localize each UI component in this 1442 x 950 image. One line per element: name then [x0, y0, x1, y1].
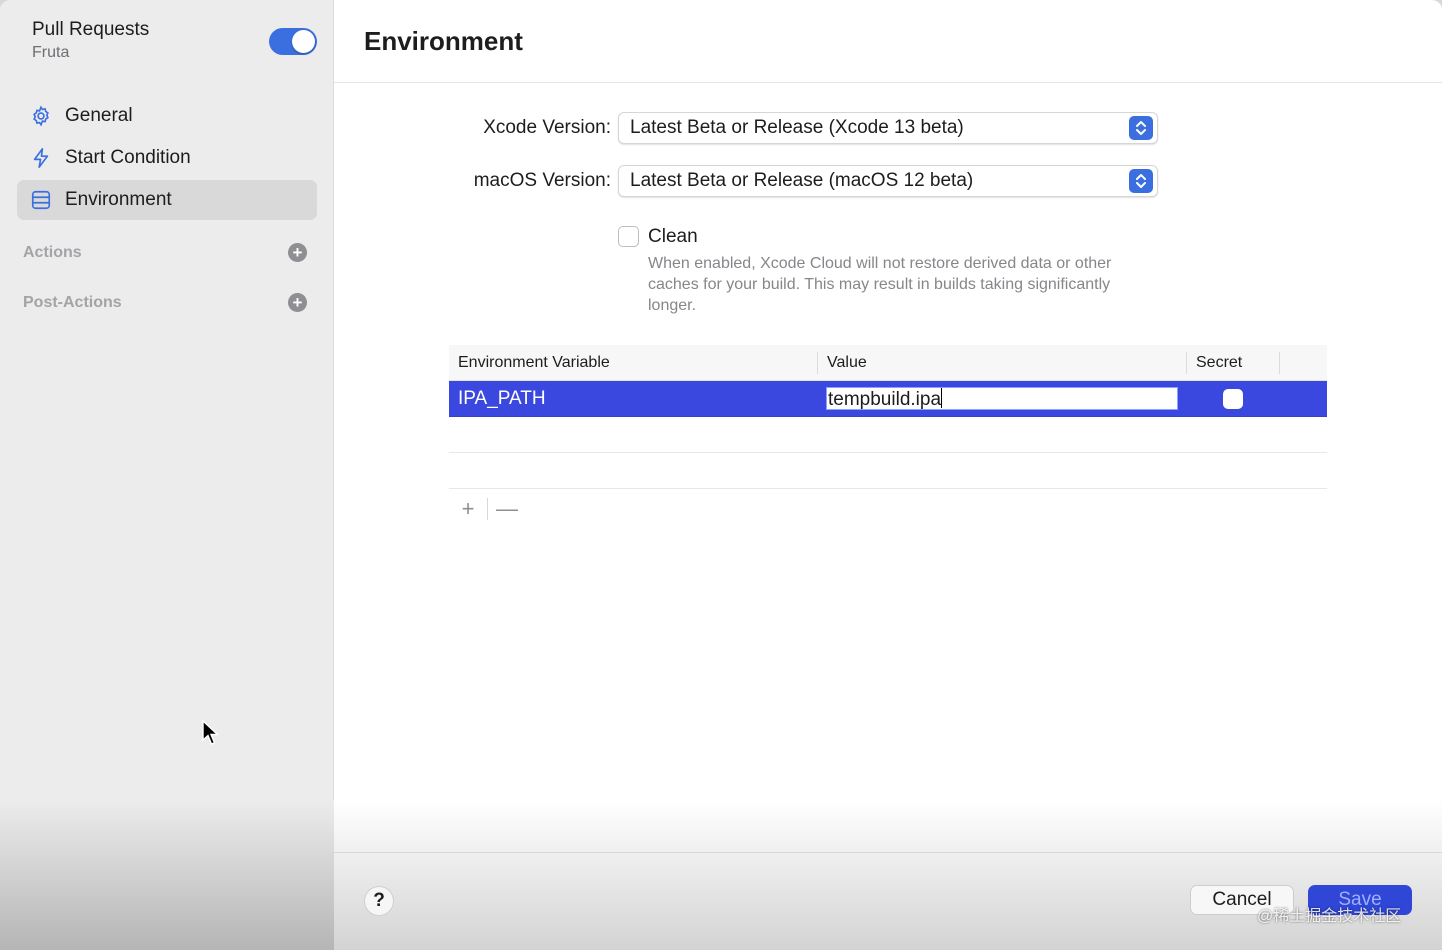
chevron-up-down-icon: [1129, 169, 1153, 193]
workflow-title: Pull Requests: [32, 19, 150, 40]
toggle-knob: [292, 30, 315, 53]
table-row[interactable]: IPA_PATH tempbuild.ipa: [449, 381, 1327, 417]
clean-description: When enabled, Xcode Cloud will not resto…: [648, 255, 1112, 314]
column-header-variable[interactable]: Environment Variable: [458, 354, 610, 372]
workflow-enabled-toggle[interactable]: [269, 28, 317, 55]
window: Pull Requests Fruta General Start Condit…: [0, 0, 1442, 950]
xcode-version-value: Latest Beta or Release (Xcode 13 beta): [630, 117, 964, 138]
macos-version-popup[interactable]: Latest Beta or Release (macOS 12 beta): [618, 165, 1158, 197]
add-action-button[interactable]: +: [288, 243, 307, 262]
table-row-empty: [449, 453, 1327, 489]
column-header-secret[interactable]: Secret: [1196, 354, 1242, 372]
text-caret: [941, 388, 943, 408]
column-separator: [1279, 352, 1280, 374]
sidebar-item-label: Environment: [65, 189, 172, 210]
footer: ? Cancel Save @稀土掘金技术社区: [334, 800, 1442, 950]
variable-value-text: tempbuild.ipa: [828, 389, 942, 410]
column-separator: [1186, 352, 1187, 374]
sidebar-item-start-condition[interactable]: Start Condition: [17, 138, 317, 178]
column-header-value[interactable]: Value: [827, 354, 867, 372]
watermark: @稀土掘金技术社区: [1257, 908, 1402, 925]
section-post-actions-label: Post-Actions: [23, 294, 122, 311]
sidebar-item-label: Start Condition: [65, 147, 191, 168]
clean-label: Clean: [648, 226, 698, 247]
secret-checkbox[interactable]: [1223, 389, 1243, 409]
sidebar-item-environment[interactable]: Environment: [17, 180, 317, 220]
chevron-up-down-icon: [1129, 116, 1153, 140]
main-panel: Environment Xcode Version: Latest Beta o…: [334, 0, 1442, 950]
environment-variables-table: Environment Variable Value Secret IPA_PA…: [449, 345, 1327, 489]
workflow-subtitle: Fruta: [32, 44, 70, 61]
environment-icon: [17, 189, 65, 211]
add-variable-button[interactable]: +: [449, 495, 487, 523]
sidebar-item-general[interactable]: General: [17, 96, 317, 136]
help-button[interactable]: ?: [364, 886, 394, 916]
sidebar: Pull Requests Fruta General Start Condit…: [0, 0, 334, 950]
table-header: Environment Variable Value Secret: [449, 345, 1327, 381]
column-separator: [817, 352, 818, 374]
macos-version-label: macOS Version:: [473, 170, 611, 191]
bolt-icon: [17, 146, 65, 170]
variable-value-input[interactable]: tempbuild.ipa: [826, 387, 1178, 410]
macos-version-value: Latest Beta or Release (macOS 12 beta): [630, 170, 974, 191]
mouse-cursor-icon: [202, 719, 220, 751]
footer-divider: [334, 852, 1442, 853]
add-post-action-button[interactable]: +: [288, 293, 307, 312]
remove-variable-button[interactable]: —: [488, 495, 526, 523]
page-title: Environment: [364, 26, 523, 56]
sidebar-fade: [0, 800, 334, 950]
table-row-empty: [449, 417, 1327, 453]
variable-name-cell[interactable]: IPA_PATH: [458, 388, 546, 410]
xcode-version-label: Xcode Version:: [483, 117, 611, 138]
divider: [334, 82, 1442, 83]
table-tools: + —: [449, 495, 526, 523]
sidebar-item-label: General: [65, 105, 133, 126]
section-actions-label: Actions: [23, 244, 82, 261]
xcode-version-popup[interactable]: Latest Beta or Release (Xcode 13 beta): [618, 112, 1158, 144]
clean-checkbox[interactable]: [618, 226, 639, 247]
gear-icon: [17, 105, 65, 127]
